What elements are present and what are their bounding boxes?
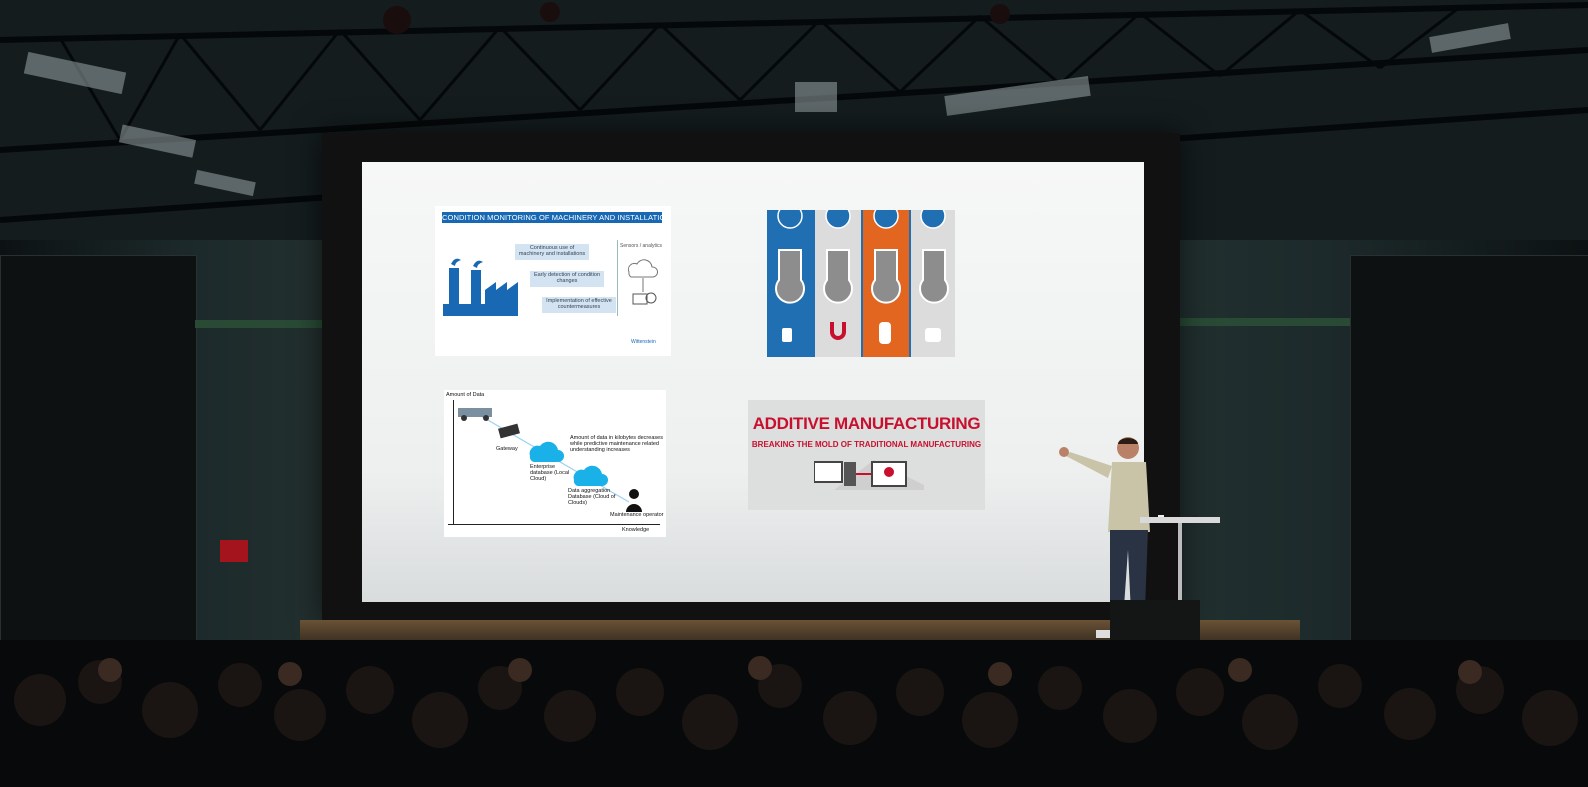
aggregation-db-label: Data aggregation Database (Cloud of Clou… bbox=[568, 488, 616, 506]
condition-box-1: Continuous use of machinery and installa… bbox=[515, 244, 589, 260]
additive-subtitle: BREAKING THE MOLD OF TRADITIONAL MANUFAC… bbox=[751, 440, 982, 449]
note-label: Amount of data in kilobytes decreases wh… bbox=[570, 435, 663, 453]
cloud-icon bbox=[627, 259, 659, 305]
knowledge-label: Knowledge bbox=[622, 527, 650, 533]
maintenance-operator-label: Maintenance operator bbox=[610, 512, 664, 518]
left-green-beam bbox=[195, 320, 325, 328]
conference-scene: CONDITION MONITORING OF MACHINERY AND IN… bbox=[0, 0, 1588, 787]
data-diagram-slide: Amount of Data Gateway Amount of data in… bbox=[444, 390, 666, 537]
additive-title: ADDITIVE MANUFACTURING bbox=[752, 414, 981, 433]
audience-crowd bbox=[0, 640, 1588, 787]
process-panels-graphic bbox=[767, 210, 955, 357]
additive-manufacturing-slide: ADDITIVE MANUFACTURING BREAKING THE MOLD… bbox=[748, 400, 985, 510]
enterprise-db-label: Enterprise database (Local Cloud) bbox=[530, 464, 570, 482]
right-speaker-tower bbox=[1350, 255, 1588, 657]
left-speaker-tower bbox=[0, 255, 197, 657]
process-panels-slide bbox=[767, 210, 955, 357]
condition-monitoring-title: CONDITION MONITORING OF MACHINERY AND IN… bbox=[442, 212, 671, 223]
fire-alarm bbox=[220, 540, 248, 562]
right-green-beam bbox=[1180, 318, 1350, 326]
divider-line bbox=[617, 240, 618, 316]
condition-box-3: Implementation of effective countermeasu… bbox=[542, 297, 616, 313]
condition-box-2: Early detection of condition changes bbox=[530, 271, 604, 287]
sensors-label: Sensors / analytics bbox=[620, 243, 662, 249]
condition-monitoring-slide: CONDITION MONITORING OF MACHINERY AND IN… bbox=[435, 206, 671, 356]
gateway-label: Gateway bbox=[496, 446, 518, 452]
wittenstein-logo: Wittenstein bbox=[631, 339, 656, 345]
printer-icon bbox=[814, 460, 924, 490]
